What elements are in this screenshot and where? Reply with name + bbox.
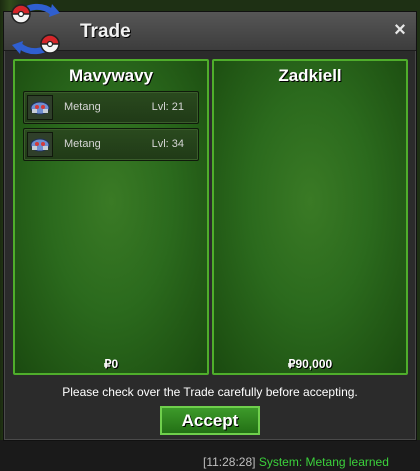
- chat-line: [11:28:28] System: Metang learned: [203, 455, 420, 471]
- pokemon-level: Lvl: 34: [151, 138, 184, 150]
- my-trainer-name: Mavywavy: [68, 66, 154, 85]
- trade-item-1[interactable]: Metang Lvl: 21: [23, 91, 199, 124]
- pokemon-name: Metang: [64, 101, 101, 113]
- accept-button[interactable]: Accept: [160, 406, 260, 435]
- partner-offer-panel: Zadkiell ₽90,000: [212, 59, 408, 375]
- metang-icon: [27, 132, 53, 157]
- pokemon-level: Lvl: 21: [151, 101, 184, 113]
- metang-icon: [27, 95, 53, 120]
- chat-timestamp: [11:28:28]: [203, 455, 256, 469]
- trade-window: Trade × Mavywavy Metang Lvl: 21 Metang L…: [3, 11, 417, 441]
- chat-message: System: Metang learned: [255, 455, 389, 469]
- my-money-offer: ₽0: [103, 357, 119, 371]
- partner-trainer-name: Zadkiell: [278, 66, 342, 85]
- trade-item-2[interactable]: Metang Lvl: 34: [23, 128, 199, 161]
- trade-notice: Please check over the Trade carefully be…: [62, 385, 358, 399]
- close-icon[interactable]: ×: [390, 20, 410, 40]
- pokeball-logo-icon: [0, 0, 72, 58]
- my-offer-panel: Mavywavy Metang Lvl: 21 Metang Lvl: 34 ₽…: [13, 59, 209, 375]
- partner-money-offer: ₽90,000: [287, 357, 333, 371]
- pokemon-name: Metang: [64, 138, 101, 150]
- window-title: Trade: [80, 21, 131, 42]
